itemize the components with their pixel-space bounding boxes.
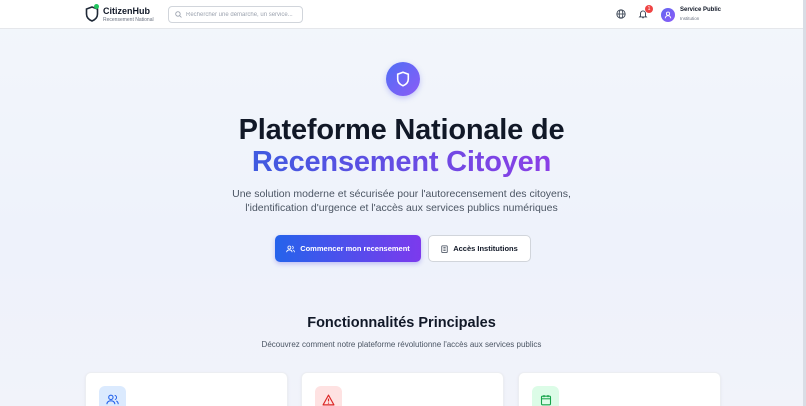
user-icon <box>664 11 672 19</box>
users-icon <box>106 394 119 405</box>
hero-shield-badge <box>386 62 420 96</box>
hero-description-line-2: l'identification d'urgence et l'accès au… <box>245 202 558 214</box>
search-icon <box>175 11 182 18</box>
user-role: Institution <box>680 16 700 21</box>
start-census-label: Commencer mon recensement <box>300 244 410 253</box>
feature-card-emergency[interactable] <box>301 372 504 406</box>
building-icon <box>441 245 448 253</box>
brand-title[interactable]: CitizenHub <box>103 6 150 16</box>
hero-description: Une solution moderne et sécurisée pour l… <box>0 187 803 215</box>
avatar[interactable] <box>661 8 675 22</box>
top-header: CitizenHub Recensement National 1 Servic… <box>0 0 803 29</box>
hero-description-line-1: Une solution moderne et sécurisée pour l… <box>232 188 571 200</box>
institutions-access-button[interactable]: Accès Institutions <box>428 235 531 262</box>
shield-icon <box>396 71 410 87</box>
notification-badge: 1 <box>645 5 653 13</box>
start-census-button[interactable]: Commencer mon recensement <box>275 235 421 262</box>
search-box[interactable] <box>168 6 303 23</box>
users-icon <box>286 245 296 252</box>
logo-status-dot <box>94 4 99 9</box>
feature-icon-box <box>99 386 126 406</box>
user-name[interactable]: Service Public <box>680 7 721 13</box>
feature-card-services[interactable] <box>518 372 721 406</box>
calendar-icon <box>540 394 551 405</box>
feature-icon-box <box>315 386 342 406</box>
brand-subtitle: Recensement National <box>103 17 154 23</box>
features-title: Fonctionnalités Principales <box>307 315 496 331</box>
institutions-access-label: Accès Institutions <box>453 244 518 253</box>
features-subtitle: Découvrez comment notre plateforme révol… <box>261 340 542 349</box>
hero-title: Plateforme Nationale de <box>238 114 565 146</box>
hero-title-highlight: Recensement Citoyen <box>0 145 803 179</box>
feature-card-census[interactable] <box>85 372 288 406</box>
alert-triangle-icon <box>322 394 335 405</box>
hero-title-highlight-text: Recensement Citoyen <box>251 146 552 178</box>
globe-icon[interactable] <box>616 9 626 19</box>
feature-icon-box <box>532 386 559 406</box>
search-input[interactable] <box>186 11 298 18</box>
